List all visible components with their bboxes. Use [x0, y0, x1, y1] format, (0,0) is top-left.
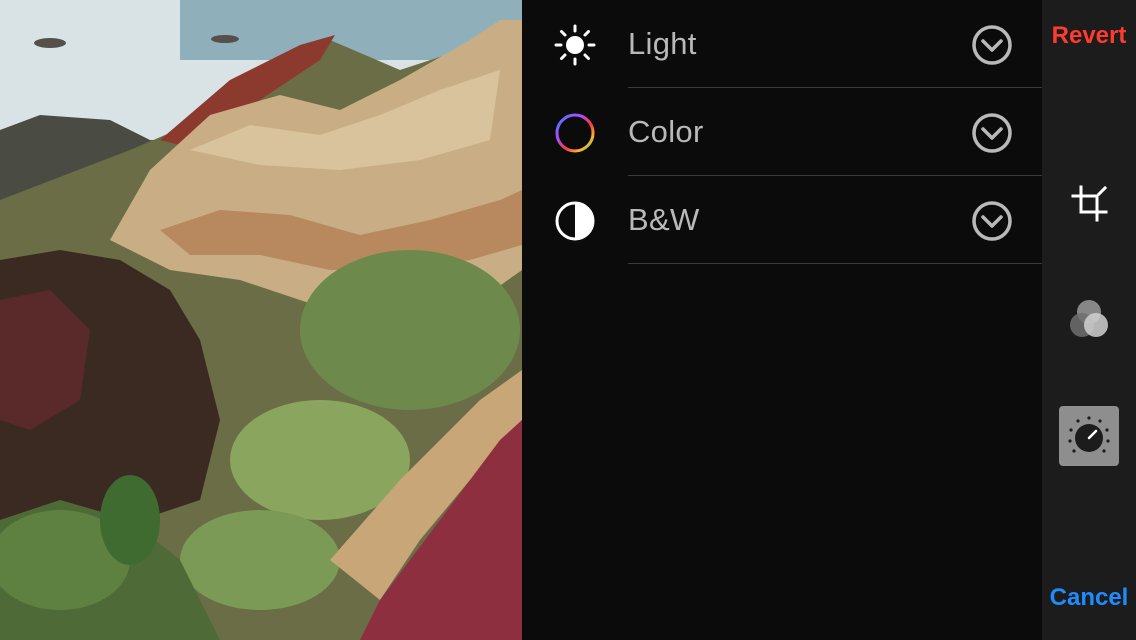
adjustments-panel: Light Color B&W	[522, 0, 1042, 640]
adjustment-row-bw[interactable]: B&W	[522, 176, 1042, 264]
adjustment-row-color[interactable]: Color	[522, 88, 1042, 176]
filters-icon[interactable]	[1059, 290, 1119, 350]
adjustment-label-light: Light	[628, 26, 697, 61]
chevron-down-icon[interactable]	[970, 199, 1014, 243]
photo-preview	[0, 0, 522, 640]
row-divider	[628, 263, 1042, 264]
chevron-down-icon[interactable]	[970, 23, 1014, 67]
crop-icon[interactable]	[1059, 174, 1119, 234]
half-circle-icon	[554, 200, 596, 242]
adjust-dial-icon[interactable]	[1059, 406, 1119, 466]
edit-toolbar: Revert Cancel	[1042, 0, 1136, 640]
adjustment-label-bw: B&W	[628, 202, 700, 237]
coastal-cliff-photo	[0, 0, 522, 640]
adjustment-label-color: Color	[628, 114, 704, 149]
cancel-button[interactable]: Cancel	[1042, 584, 1136, 612]
revert-button[interactable]: Revert	[1042, 22, 1136, 50]
sun-icon	[554, 24, 596, 66]
color-wheel-icon	[554, 112, 596, 154]
chevron-down-icon[interactable]	[970, 111, 1014, 155]
adjustment-row-light[interactable]: Light	[522, 0, 1042, 88]
